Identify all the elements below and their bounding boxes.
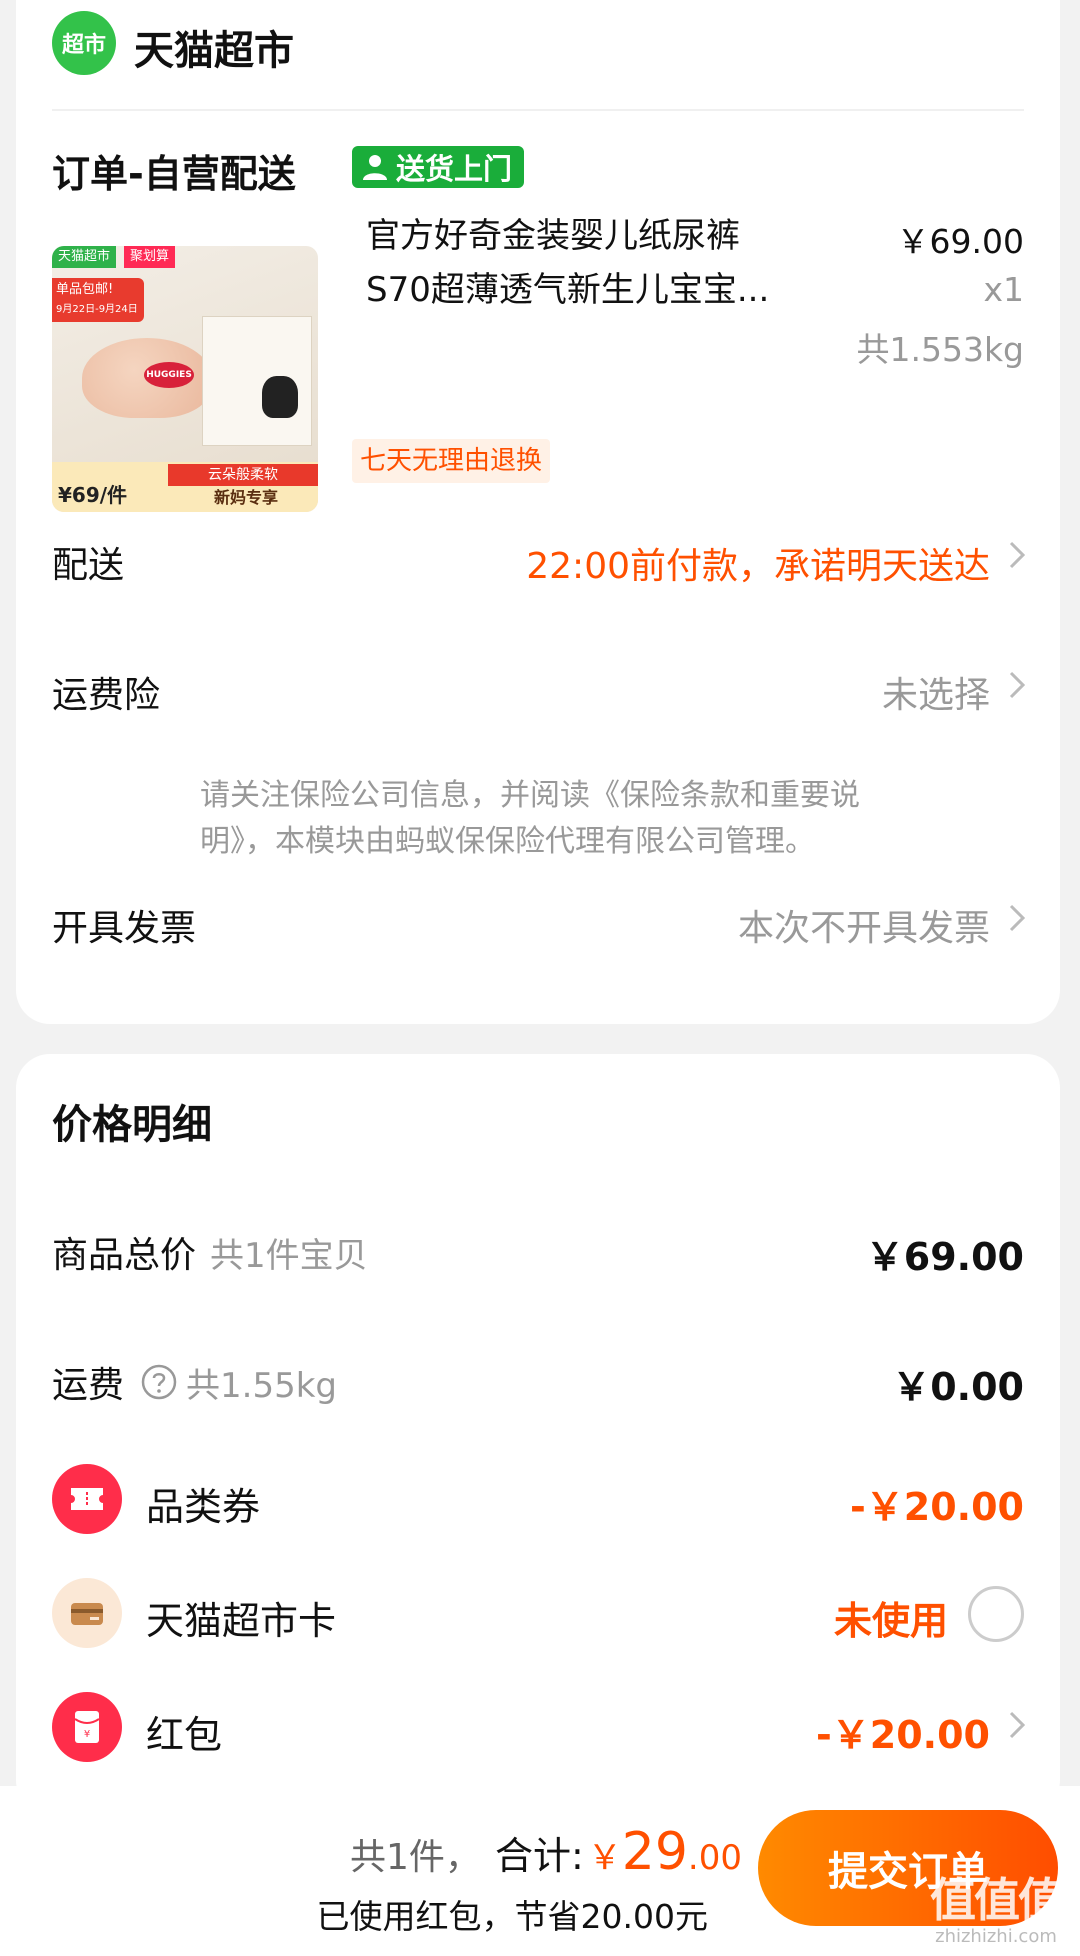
return-policy-tag: 七天无理由退换: [352, 439, 551, 483]
red-packet-label: 红包: [146, 1713, 223, 1757]
badge-line2: 9月22日-9月24日: [56, 304, 138, 315]
insurance-label: 运费险: [52, 675, 161, 716]
product-free-shipping-badge: 单品包邮! 9月22日-9月24日: [52, 278, 144, 322]
insurance-notice[interactable]: 请关注保险公司信息，并阅读《保险条款和重要说 明》，本模块由蚂蚁保保险代理有限公…: [200, 773, 1000, 865]
product-brand-tag: 天猫超市: [52, 246, 117, 268]
delivery-value[interactable]: 22:00前付款，承诺明天送达: [526, 537, 990, 589]
delivery-tag: 送货上门: [352, 146, 525, 188]
coupon-icon: [52, 1464, 122, 1534]
invoice-value[interactable]: 本次不开具发票: [738, 899, 990, 951]
goods-total-label: 商品总价 共1件宝贝: [52, 1226, 368, 1278]
market-card-label: 天猫超市卡: [146, 1599, 337, 1643]
delivery-tag-label: 送货上门: [396, 152, 513, 186]
red-packet-value[interactable]: -￥20.00: [816, 1704, 990, 1759]
card-icon: [52, 1578, 122, 1648]
market-card-radio[interactable]: [968, 1586, 1024, 1642]
product-title-line1: 官方好奇金装婴儿纸尿裤: [366, 216, 740, 256]
watermark-url: zhizhizhi.com: [935, 1926, 1057, 1947]
price-detail-title: 价格明细: [52, 1102, 212, 1148]
svg-text:¥: ¥: [84, 1729, 90, 1740]
product-title-line2: S70超薄透气新生儿宝宝...: [366, 270, 770, 310]
total-integer: 29: [621, 1822, 688, 1882]
goods-total-sub: 共1件宝贝: [210, 1236, 368, 1276]
chevron-right-icon[interactable]: [1006, 668, 1028, 702]
order-title: 订单-自营配送: [52, 152, 296, 196]
insurance-notice-line1: 请关注保险公司信息，并阅读《保险条款和重要说: [200, 778, 860, 813]
huggies-logo: HUGGIES: [144, 362, 194, 388]
image-price-label: ¥69/件: [58, 483, 128, 507]
total-label: 合计:: [494, 1834, 584, 1878]
shipping-sub: 共1.55kg: [186, 1366, 337, 1406]
delivery-label: 配送: [52, 545, 125, 586]
order-summary: 共1件， 合计: ￥29.00: [350, 1822, 742, 1882]
total-decimal: .00: [687, 1838, 742, 1878]
total-currency: ￥: [587, 1838, 622, 1878]
product-qty: x1: [983, 270, 1024, 309]
store-name[interactable]: 天猫超市: [134, 18, 294, 76]
watermark-text: 值值值: [930, 1873, 1064, 1927]
goods-total-value: ￥69.00: [865, 1235, 1024, 1279]
checkout-bar: 共1件， 合计: ￥29.00 已使用红包，节省20.00元 提交订单 值值值 zh…: [0, 1786, 1080, 1956]
chevron-right-icon[interactable]: [1006, 538, 1028, 572]
invoice-label: 开具发票: [52, 908, 197, 949]
coupon-label: 品类券: [146, 1485, 261, 1529]
store-logo: 超市: [52, 11, 116, 75]
chevron-right-icon[interactable]: [1006, 1708, 1028, 1742]
newmom-label: 新妈专享: [213, 488, 278, 507]
shipping-label-text: 运费: [52, 1365, 125, 1406]
product-promo-tag: 聚划算: [124, 246, 176, 268]
shipping-label: 运费 共1.55kg: [52, 1356, 337, 1408]
saved-amount: 已使用红包，节省20.00元: [316, 1897, 708, 1936]
product-title[interactable]: 官方好奇金装婴儿纸尿裤 S70超薄透气新生儿宝宝...: [366, 209, 856, 317]
watermark: 值值值 zhizhizhi.com: [930, 1864, 1064, 1947]
product-image[interactable]: 天猫超市 聚划算 单品包邮! 9月22日-9月24日 HUGGIES 云朵般柔软…: [52, 246, 318, 512]
insurance-notice-line2: 明》，本模块由蚂蚁保保险代理有限公司管理。: [200, 824, 815, 859]
chevron-right-icon[interactable]: [1006, 901, 1028, 935]
coupon-value[interactable]: -￥20.00: [850, 1476, 1024, 1531]
item-count: 共1件，: [350, 1837, 481, 1878]
product-weight: 共1.553kg: [856, 330, 1024, 369]
product-price: ￥69.00: [896, 222, 1024, 261]
price-detail-card: 价格明细 商品总价 共1件宝贝 ￥69.00 运费 共1.55kg ￥0.00 品类…: [16, 1054, 1060, 1814]
tmall-cat-mascot: [262, 376, 298, 418]
insurance-value[interactable]: 未选择: [882, 666, 990, 718]
person-icon: [363, 155, 387, 180]
diaper-pack-illustration: [202, 316, 312, 446]
market-card-value: 未使用: [833, 1599, 948, 1643]
question-icon[interactable]: [140, 1363, 178, 1401]
shipping-value: ￥0.00: [892, 1365, 1024, 1409]
order-card: 超市 天猫超市 订单-自营配送 送货上门 天猫超市 聚划算 单品包邮! 9月22…: [16, 0, 1060, 1024]
soft-label: 云朵般柔软: [168, 464, 318, 486]
red-packet-icon: ¥: [52, 1692, 122, 1762]
goods-total-label-text: 商品总价: [52, 1235, 197, 1276]
divider: [52, 109, 1024, 111]
badge-line1: 单品包邮!: [56, 282, 114, 297]
